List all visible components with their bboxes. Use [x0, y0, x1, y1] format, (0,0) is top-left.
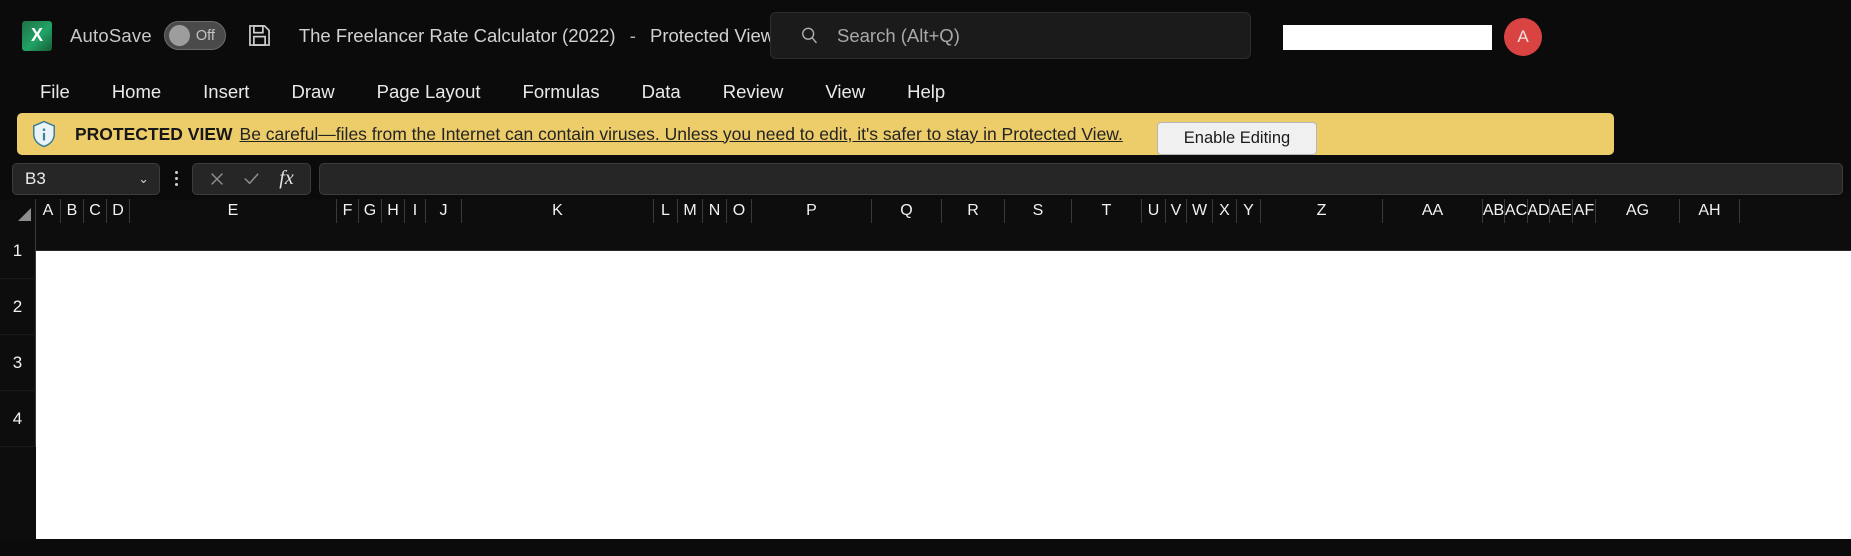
- formula-input[interactable]: [319, 162, 1843, 195]
- column-header-z[interactable]: Z: [1261, 199, 1383, 223]
- row-header-3[interactable]: 3: [0, 335, 36, 391]
- column-header-j[interactable]: J: [426, 199, 462, 223]
- chevron-down-icon[interactable]: ⌄: [138, 171, 149, 187]
- column-header-row: A B C D E F G H I J K L M N O P Q R S T U V W X Y Z AA AB AC AD AE AF AG…: [0, 199, 1851, 223]
- enable-editing-button[interactable]: Enable Editing: [1157, 122, 1317, 155]
- column-header-c[interactable]: C: [84, 199, 107, 223]
- column-header-ad[interactable]: AD: [1528, 199, 1550, 223]
- column-header-n[interactable]: N: [703, 199, 727, 223]
- autosave-toggle[interactable]: Off: [163, 21, 226, 50]
- column-header-x[interactable]: X: [1213, 199, 1237, 223]
- row-1-band: [36, 223, 1851, 251]
- column-header-p[interactable]: P: [752, 199, 872, 223]
- sheet-cells-area[interactable]: [36, 223, 1851, 539]
- column-header-ac[interactable]: AC: [1505, 199, 1528, 223]
- spreadsheet-grid: A B C D E F G H I J K L M N O P Q R S T U V W X Y Z AA AB AC AD AE AF AG…: [0, 199, 1851, 539]
- column-header-b[interactable]: B: [61, 199, 84, 223]
- column-header-ah[interactable]: AH: [1680, 199, 1740, 223]
- avatar-initial: A: [1517, 27, 1529, 46]
- column-header-ab[interactable]: AB: [1483, 199, 1505, 223]
- tab-page-layout[interactable]: Page Layout: [364, 78, 494, 106]
- cancel-x-icon[interactable]: [202, 166, 231, 192]
- kebab-dot: [174, 177, 178, 180]
- confirm-check-icon[interactable]: [237, 166, 266, 192]
- more-options-icon[interactable]: [165, 171, 187, 186]
- column-header-u[interactable]: U: [1142, 199, 1166, 223]
- column-header-t[interactable]: T: [1072, 199, 1142, 223]
- tab-view[interactable]: View: [812, 78, 878, 106]
- ribbon-tab-bar: File Home Insert Draw Page Layout Formul…: [0, 71, 1851, 113]
- row-header-2[interactable]: 2: [0, 279, 36, 335]
- view-mode-label: Protected View: [650, 24, 775, 46]
- row-header-4[interactable]: 4: [0, 391, 36, 447]
- document-title-group[interactable]: The Freelancer Rate Calculator (2022) - …: [299, 25, 803, 47]
- search-input[interactable]: Search (Alt+Q): [770, 12, 1251, 59]
- column-header-ae[interactable]: AE: [1550, 199, 1573, 223]
- tab-help[interactable]: Help: [894, 78, 958, 106]
- protected-view-message[interactable]: Be careful—files from the Internet can c…: [240, 124, 1123, 145]
- tab-draw[interactable]: Draw: [278, 78, 347, 106]
- column-header-o[interactable]: O: [727, 199, 752, 223]
- tab-insert[interactable]: Insert: [190, 78, 262, 106]
- autosave-toggle-knob: [168, 25, 190, 46]
- select-all-button[interactable]: [0, 199, 36, 223]
- protected-view-bar: PROTECTED VIEW Be careful—files from the…: [17, 113, 1614, 155]
- row-header-1[interactable]: 1: [0, 223, 36, 279]
- column-header-k[interactable]: K: [462, 199, 654, 223]
- row-header-column: 1234: [0, 223, 36, 539]
- name-box-value: B3: [25, 168, 46, 188]
- protected-view-area: PROTECTED VIEW Be careful—files from the…: [0, 113, 1851, 158]
- column-header-v[interactable]: V: [1166, 199, 1187, 223]
- kebab-dot: [174, 183, 178, 186]
- avatar[interactable]: A: [1504, 18, 1542, 56]
- shield-info-icon: [31, 120, 57, 148]
- excel-logo-icon: [22, 20, 52, 51]
- redacted-region: [1283, 25, 1492, 50]
- protected-view-label: PROTECTED VIEW: [75, 123, 233, 144]
- tab-review[interactable]: Review: [710, 78, 797, 106]
- autosave-label: AutoSave: [70, 24, 152, 46]
- title-bar: AutoSave Off The Freelancer Rate Calcula…: [0, 0, 1851, 71]
- column-header-s[interactable]: S: [1005, 199, 1072, 223]
- sheet-blank-area[interactable]: [36, 251, 1851, 539]
- column-header-d[interactable]: D: [107, 199, 130, 223]
- column-header-m[interactable]: M: [678, 199, 703, 223]
- column-header-y[interactable]: Y: [1237, 199, 1261, 223]
- autosave-state-label: Off: [195, 27, 215, 44]
- column-header-a[interactable]: A: [36, 199, 61, 223]
- column-header-e[interactable]: E: [130, 199, 337, 223]
- select-all-triangle-icon: [18, 208, 31, 221]
- formula-bar-row: B3 ⌄ fx: [0, 158, 1851, 199]
- kebab-dot: [174, 171, 178, 174]
- document-title: The Freelancer Rate Calculator (2022): [298, 24, 616, 46]
- column-header-af[interactable]: AF: [1573, 199, 1596, 223]
- column-header-f[interactable]: F: [337, 199, 359, 223]
- column-header-i[interactable]: I: [405, 199, 426, 223]
- tab-data[interactable]: Data: [629, 78, 694, 106]
- grid-body: 1234: [0, 223, 1851, 539]
- tab-file[interactable]: File: [27, 78, 83, 106]
- tab-home[interactable]: Home: [99, 78, 174, 106]
- column-header-ag[interactable]: AG: [1596, 199, 1680, 223]
- column-header-w[interactable]: W: [1187, 199, 1213, 223]
- save-icon[interactable]: [246, 22, 273, 49]
- column-header-q[interactable]: Q: [872, 199, 942, 223]
- column-header-r[interactable]: R: [942, 199, 1005, 223]
- search-placeholder: Search (Alt+Q): [837, 24, 960, 46]
- insert-function-icon[interactable]: fx: [272, 166, 301, 192]
- formula-action-group: fx: [192, 162, 311, 195]
- column-header-h[interactable]: H: [382, 199, 405, 223]
- tab-formulas[interactable]: Formulas: [510, 78, 613, 106]
- search-icon: [798, 25, 820, 47]
- column-header-l[interactable]: L: [654, 199, 678, 223]
- title-separator: -: [629, 24, 636, 46]
- column-header-g[interactable]: G: [359, 199, 382, 223]
- name-box[interactable]: B3 ⌄: [12, 162, 160, 195]
- column-header-aa[interactable]: AA: [1383, 199, 1483, 223]
